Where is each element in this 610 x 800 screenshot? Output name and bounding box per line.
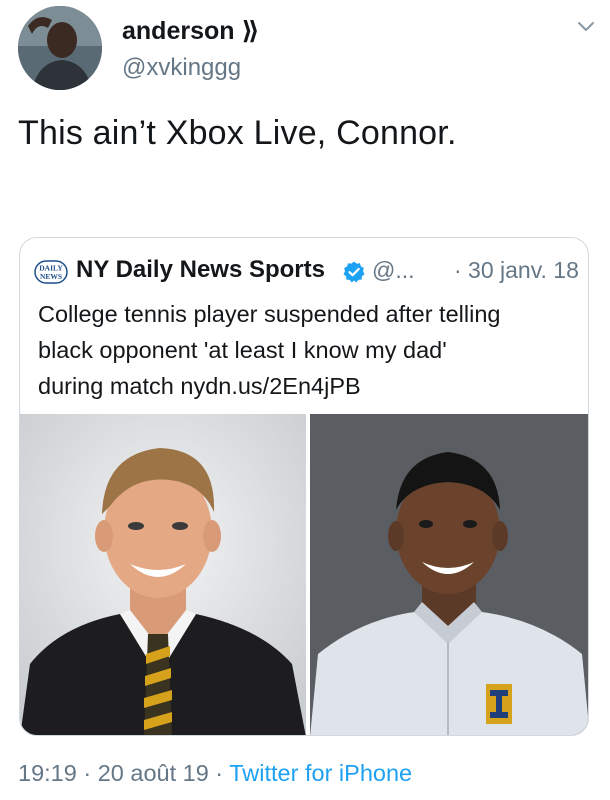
quoted-tweet-header: DAILY NEWS NY Daily News Sports @... · 3… xyxy=(34,256,579,288)
tweet-time[interactable]: 19:19 xyxy=(18,760,77,786)
quoted-tweet-card[interactable]: DAILY NEWS NY Daily News Sports @... · 3… xyxy=(19,237,589,736)
quoted-date[interactable]: · 30 janv. 18 xyxy=(454,257,579,284)
daily-news-logo: DAILY NEWS xyxy=(34,260,68,284)
chevron-down-icon[interactable] xyxy=(574,14,598,38)
quoted-text-line: black opponent 'at least I know my dad' xyxy=(38,337,447,363)
tweet-date[interactable]: 20 août 19 xyxy=(98,760,209,786)
photo-left[interactable] xyxy=(20,414,306,735)
tweet-footer: 19:19 · 20 août 19 · Twitter for iPhone xyxy=(18,760,412,787)
separator: · xyxy=(208,760,230,786)
avatar[interactable] xyxy=(18,6,102,90)
tweet-text: This ain’t Xbox Live, Connor. xyxy=(18,114,457,152)
svg-text:NEWS: NEWS xyxy=(40,272,62,281)
quoted-author-handle[interactable]: @... xyxy=(372,257,415,284)
quoted-media[interactable] xyxy=(20,414,588,735)
author-handle[interactable]: @xvkinggg xyxy=(122,54,241,82)
quoted-tweet-text: College tennis player suspended after te… xyxy=(38,296,578,404)
separator: · xyxy=(76,760,98,786)
quoted-text-line: during match nydn.us/2En4jPB xyxy=(38,373,361,399)
verified-badge-icon xyxy=(342,260,366,284)
tweet-source-link[interactable]: Twitter for iPhone xyxy=(229,760,412,786)
quoted-author-name[interactable]: NY Daily News Sports xyxy=(76,256,325,284)
author-display-name[interactable]: anderson ⟫ xyxy=(122,16,260,46)
quoted-text-line: College tennis player suspended after te… xyxy=(38,301,501,327)
photo-right[interactable] xyxy=(310,414,588,735)
tweet-header: anderson ⟫ @xvkinggg xyxy=(18,6,598,92)
